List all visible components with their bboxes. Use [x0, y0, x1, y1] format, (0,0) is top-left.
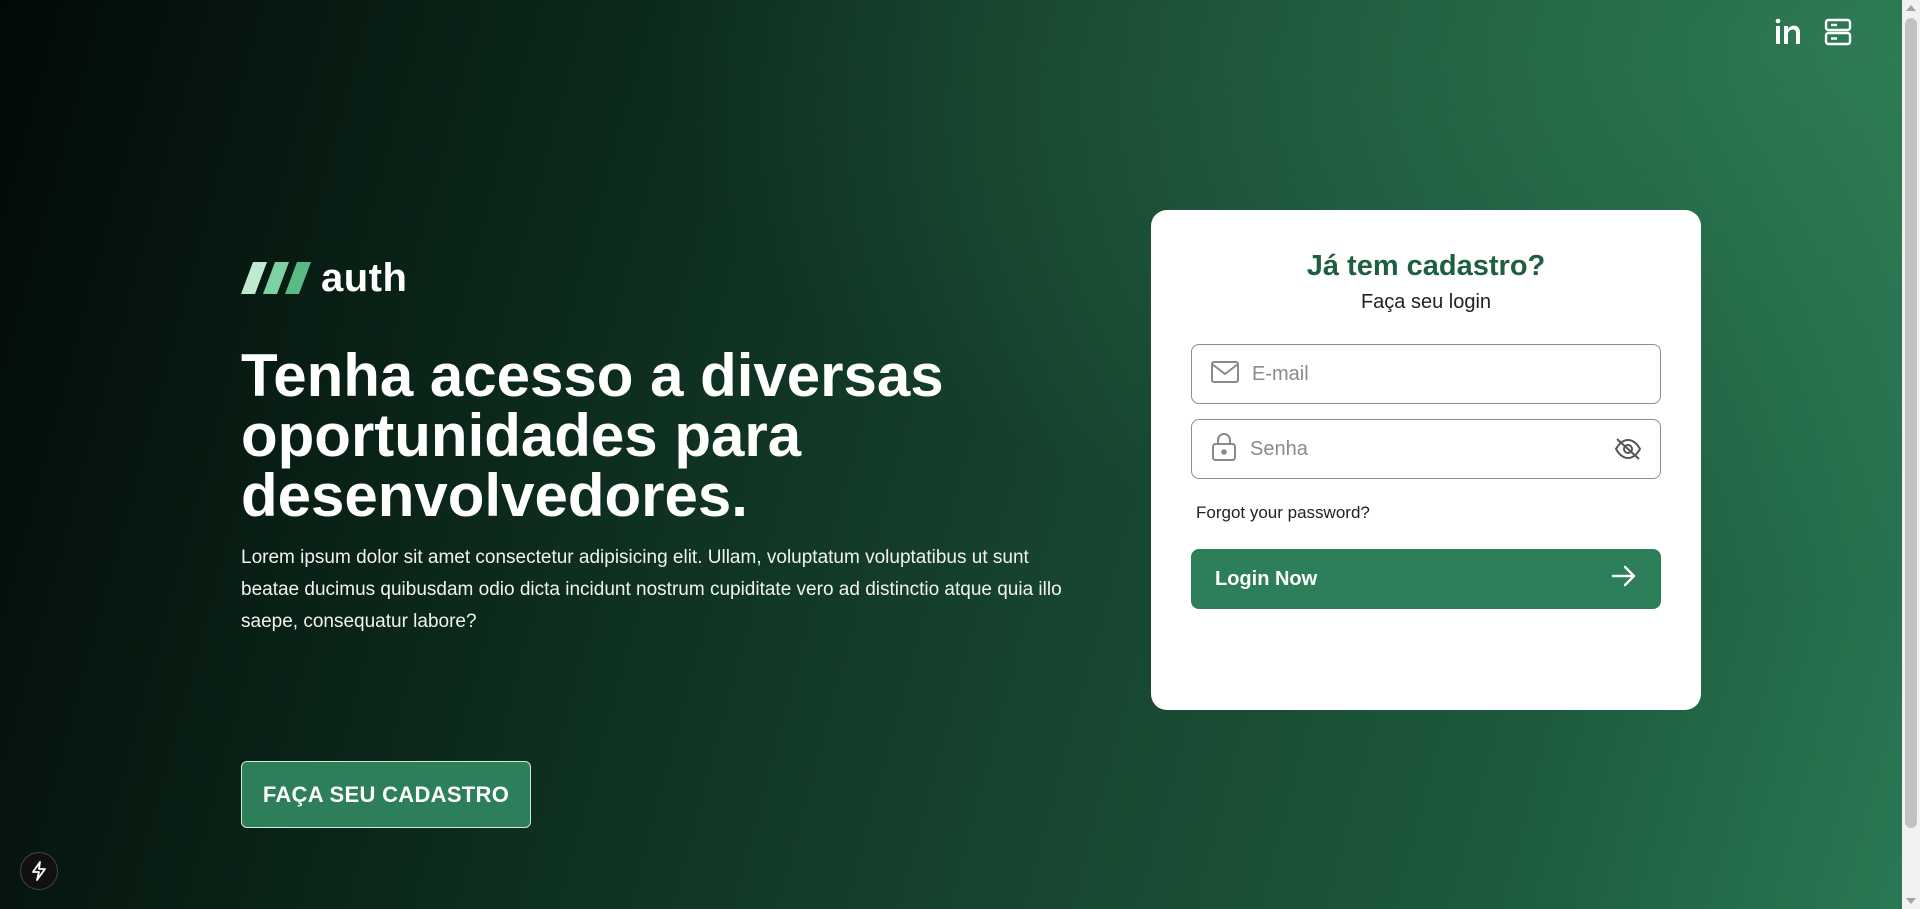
email-input[interactable]	[1252, 362, 1642, 386]
vertical-scrollbar[interactable]	[1902, 0, 1920, 909]
logo-stripes-icon	[241, 262, 311, 294]
login-button[interactable]: Login Now	[1191, 549, 1661, 609]
linkedin-icon[interactable]	[1772, 16, 1804, 48]
scroll-down-icon[interactable]	[1906, 898, 1916, 904]
password-field[interactable]	[1191, 419, 1661, 479]
hero-description: Lorem ipsum dolor sit amet consectetur a…	[241, 547, 1062, 632]
top-icons	[1772, 16, 1854, 48]
hero-section: auth Tenha acesso a diversas oportunidad…	[241, 258, 1091, 638]
hero-headline: Tenha acesso a diversas oportunidades pa…	[241, 342, 944, 529]
password-input[interactable]	[1250, 437, 1602, 461]
server-icon[interactable]	[1822, 16, 1854, 48]
login-subtitle: Faça seu login	[1360, 291, 1492, 313]
login-card: Já tem cadastro? Faça seu login E-mail F…	[1151, 210, 1701, 710]
eye-off-icon[interactable]	[1614, 437, 1642, 461]
logo-text: auth	[321, 256, 408, 300]
scroll-up-icon[interactable]	[1906, 5, 1916, 11]
arrow-right-icon	[1611, 565, 1637, 593]
email-field[interactable]	[1191, 344, 1661, 404]
login-button-label: Login Now	[1215, 567, 1318, 590]
forgot-password-link[interactable]: Forgot your password?	[1196, 503, 1370, 523]
brand-logo: auth	[241, 258, 1091, 298]
lock-icon	[1210, 432, 1238, 467]
login-title: Já tem cadastro?	[1306, 250, 1546, 282]
bolt-icon[interactable]	[20, 852, 58, 890]
page: auth Tenha acesso a diversas oportunidad…	[0, 0, 1920, 909]
signup-button[interactable]: FAÇA SEU CADASTRO	[241, 761, 531, 828]
mail-icon	[1210, 360, 1240, 389]
scroll-thumb[interactable]	[1905, 18, 1917, 828]
